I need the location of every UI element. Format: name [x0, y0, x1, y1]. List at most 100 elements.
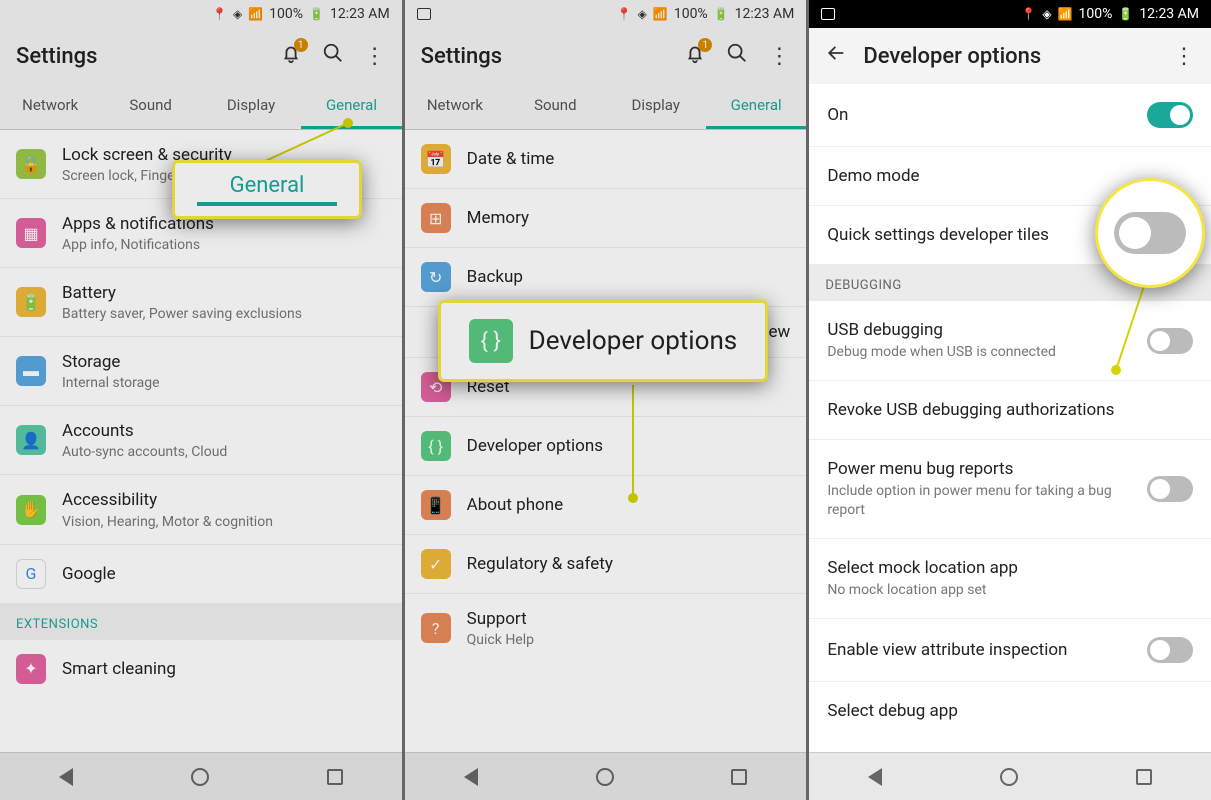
overflow-menu-button[interactable]: ⋮ — [1173, 44, 1195, 69]
phone-icon: 📱 — [421, 490, 451, 520]
row-mock-location[interactable]: Select mock location appNo mock location… — [809, 539, 1211, 619]
row-smart-cleaning[interactable]: ✦ Smart cleaning — [0, 640, 402, 698]
search-icon — [726, 42, 748, 64]
nav-back[interactable] — [868, 768, 882, 786]
phone-developer-options: 📍 ◈ 📶 100% 🔋 12:23 AM Developer options … — [809, 0, 1211, 800]
settings-list[interactable]: 🔒 Lock screen & securityScreen lock, Fin… — [0, 130, 402, 752]
calendar-icon: 📅 — [421, 144, 451, 174]
phone-settings-2: 📍 ◈ 📶 100% 🔋 12:23 AM Settings 1 ⋮ Netwo… — [405, 0, 807, 800]
wifi-icon: ◈ — [638, 7, 647, 21]
battery-percent: 100% — [269, 6, 303, 22]
nav-bar — [0, 752, 402, 800]
support-icon: ? — [421, 613, 451, 643]
tab-display[interactable]: Display — [606, 84, 706, 129]
arrow-left-icon — [825, 42, 847, 64]
row-accessibility[interactable]: ✋ AccessibilityVision, Hearing, Motor & … — [0, 475, 402, 544]
notification-badge: 1 — [294, 38, 308, 52]
settings-list[interactable]: 📅 Date & time ⊞ Memory ↻ Backup ew ⟲ Res… — [405, 130, 807, 752]
row-storage[interactable]: ▬ StorageInternal storage — [0, 337, 402, 406]
row-usb-debugging[interactable]: USB debuggingDebug mode when USB is conn… — [809, 301, 1211, 381]
search-icon — [322, 42, 344, 64]
nav-recent[interactable] — [327, 769, 343, 785]
nav-bar — [405, 752, 807, 800]
memory-icon: ⊞ — [421, 203, 451, 233]
tab-display[interactable]: Display — [201, 84, 301, 129]
toggle-power-bug-reports[interactable] — [1147, 476, 1193, 502]
google-icon: G — [16, 559, 46, 589]
status-time: 12:23 AM — [1139, 6, 1199, 22]
row-power-bug-reports[interactable]: Power menu bug reportsInclude option in … — [809, 440, 1211, 539]
nav-recent[interactable] — [1136, 769, 1152, 785]
row-backup[interactable]: ↻ Backup — [405, 248, 807, 307]
tab-network[interactable]: Network — [0, 84, 100, 129]
callout-developer-options: { } Developer options — [438, 300, 769, 382]
row-about-phone[interactable]: 📱 About phone — [405, 476, 807, 535]
row-developer-options[interactable]: { } Developer options — [405, 417, 807, 476]
toggle-on[interactable] — [1147, 102, 1193, 128]
overflow-menu-button[interactable]: ⋮ — [768, 44, 790, 69]
location-icon: 📍 — [1021, 7, 1036, 21]
card-icon — [821, 8, 835, 20]
toggle-usb-debugging[interactable] — [1147, 328, 1193, 354]
row-date-time[interactable]: 📅 Date & time — [405, 130, 807, 189]
row-memory[interactable]: ⊞ Memory — [405, 189, 807, 248]
lock-icon: 🔒 — [16, 149, 46, 179]
callout-dot — [343, 118, 353, 128]
row-select-debug-app[interactable]: Select debug app — [809, 682, 1211, 740]
backup-icon: ↻ — [421, 262, 451, 292]
toggle-highlight — [1114, 212, 1186, 254]
page-title: Settings — [421, 44, 669, 69]
tabs: Network Sound Display General — [0, 84, 402, 130]
phone-settings-1: 📍 ◈ 📶 100% 🔋 12:23 AM Settings 1 ⋮ Netwo… — [0, 0, 402, 800]
accounts-icon: 👤 — [16, 425, 46, 455]
status-time: 12:23 AM — [735, 6, 795, 22]
search-button[interactable] — [322, 42, 344, 70]
battery-icon: 🔋 — [1118, 7, 1133, 21]
header: Developer options ⋮ — [809, 28, 1211, 84]
row-google[interactable]: G Google — [0, 545, 402, 603]
wifi-icon: ◈ — [233, 7, 242, 21]
search-button[interactable] — [726, 42, 748, 70]
page-title: Developer options — [863, 44, 1157, 69]
location-icon: 📍 — [212, 7, 227, 21]
nav-back[interactable] — [464, 768, 478, 786]
row-regulatory[interactable]: ✓ Regulatory & safety — [405, 535, 807, 594]
signal-icon: 📶 — [1058, 7, 1073, 21]
nav-back[interactable] — [59, 768, 73, 786]
notifications-button[interactable]: 1 — [684, 42, 706, 70]
developer-icon: { } — [469, 319, 513, 363]
nav-recent[interactable] — [731, 769, 747, 785]
status-bar: 📍 ◈ 📶 100% 🔋 12:23 AM — [809, 0, 1211, 28]
nav-home[interactable] — [191, 768, 209, 786]
tab-sound[interactable]: Sound — [505, 84, 605, 129]
accessibility-icon: ✋ — [16, 495, 46, 525]
regulatory-icon: ✓ — [421, 549, 451, 579]
row-view-attribute[interactable]: Enable view attribute inspection — [809, 619, 1211, 682]
row-battery[interactable]: 🔋 BatteryBattery saver, Power saving exc… — [0, 268, 402, 337]
battery-icon: 🔋 — [16, 287, 46, 317]
battery-icon: 🔋 — [309, 7, 324, 21]
row-support[interactable]: ? SupportQuick Help — [405, 594, 807, 662]
toggle-view-attribute[interactable] — [1147, 637, 1193, 663]
battery-icon: 🔋 — [714, 7, 729, 21]
overflow-menu-button[interactable]: ⋮ — [364, 44, 386, 69]
header: Settings 1 ⋮ — [405, 28, 807, 84]
signal-icon: 📶 — [248, 7, 263, 21]
tabs: Network Sound Display General — [405, 84, 807, 130]
apps-icon: ▦ — [16, 218, 46, 248]
battery-percent: 100% — [674, 6, 708, 22]
notifications-button[interactable]: 1 — [280, 42, 302, 70]
nav-home[interactable] — [596, 768, 614, 786]
nav-home[interactable] — [1000, 768, 1018, 786]
developer-icon: { } — [421, 431, 451, 461]
tab-sound[interactable]: Sound — [100, 84, 200, 129]
smart-cleaning-icon: ✦ — [16, 654, 46, 684]
tab-network[interactable]: Network — [405, 84, 505, 129]
back-button[interactable] — [825, 42, 847, 70]
row-revoke-usb[interactable]: Revoke USB debugging authorizations — [809, 381, 1211, 440]
row-on[interactable]: On — [809, 84, 1211, 147]
row-accounts[interactable]: 👤 AccountsAuto-sync accounts, Cloud — [0, 406, 402, 475]
callout-toggle — [1095, 178, 1205, 288]
tab-general[interactable]: General — [706, 84, 806, 129]
wifi-icon: ◈ — [1042, 7, 1051, 21]
